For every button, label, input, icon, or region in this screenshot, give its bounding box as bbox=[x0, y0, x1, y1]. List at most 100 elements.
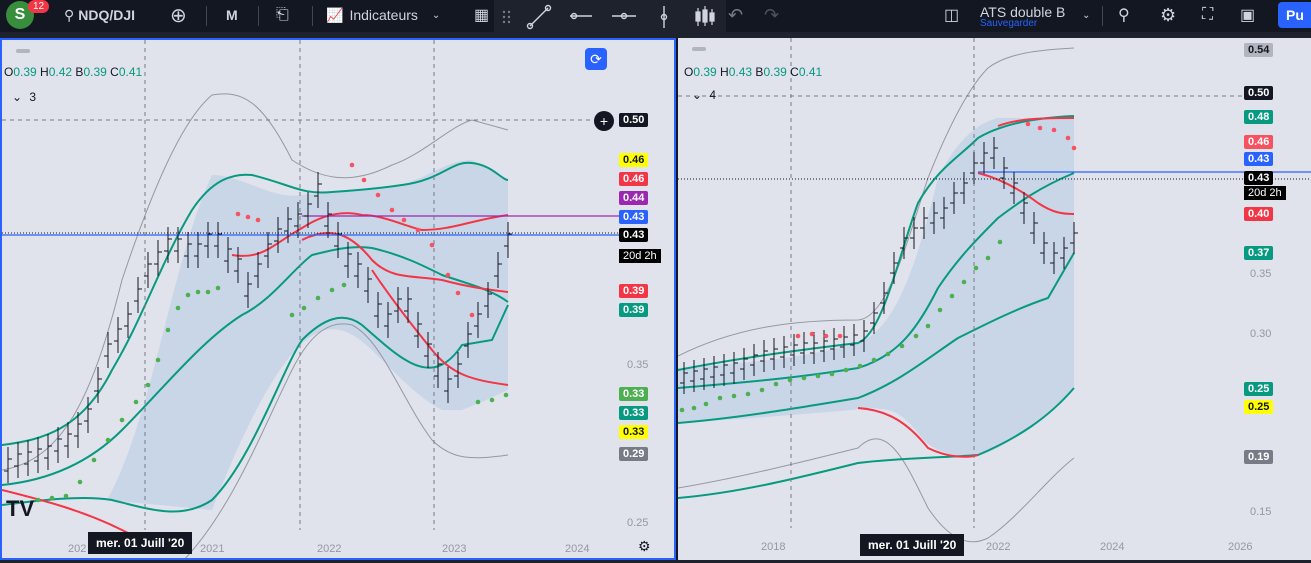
left-chart-pane[interactable]: 0.35 0.25 202 2021 2022 2023 2024 O0.39 … bbox=[0, 38, 676, 560]
sar-dot bbox=[1065, 135, 1071, 141]
price-tag: 0.25 bbox=[1244, 400, 1274, 414]
right-chart-canvas[interactable]: 0.35 0.30 0.15 2018 2022 2024 2026 bbox=[678, 38, 1311, 560]
sar-dot bbox=[205, 289, 211, 295]
sar-dot bbox=[429, 242, 435, 248]
y-tick-0.30: 0.30 bbox=[1250, 328, 1271, 340]
right-chart-pane[interactable]: 0.35 0.30 0.15 2018 2022 2024 2026 O0.39… bbox=[678, 38, 1311, 560]
sar-dot bbox=[997, 239, 1003, 245]
sync-icon[interactable]: ⟳ bbox=[585, 48, 607, 70]
sar-dot bbox=[815, 373, 821, 379]
horizontal-ray-icon[interactable] bbox=[570, 12, 592, 20]
camera-snapshot-icon[interactable]: ▣ bbox=[1240, 0, 1255, 30]
trend-line-icon[interactable] bbox=[526, 4, 552, 30]
sar-dot bbox=[49, 495, 55, 501]
sar-dot bbox=[843, 367, 849, 373]
price-tag: 0.43 bbox=[619, 228, 649, 242]
price-tag: 0.44 bbox=[619, 191, 649, 205]
sar-dot bbox=[175, 305, 181, 311]
indicators-label: Indicateurs bbox=[349, 7, 418, 23]
undo-icon[interactable]: ↶ bbox=[728, 0, 743, 30]
sar-dot bbox=[823, 333, 829, 339]
panel-toggle-icon[interactable]: ◫ bbox=[944, 0, 959, 30]
layout-name-button[interactable]: ATS double B Sauvegarder bbox=[980, 0, 1065, 32]
sar-dot bbox=[301, 305, 307, 311]
sar-dot bbox=[885, 351, 891, 357]
publish-button[interactable]: Pu bbox=[1278, 2, 1311, 28]
x-tick: 2022 bbox=[986, 541, 1010, 553]
sar-dot bbox=[475, 399, 481, 405]
sar-dot bbox=[145, 382, 151, 388]
price-tag: 0.54 bbox=[1244, 43, 1274, 57]
x-tick: 202 bbox=[68, 543, 86, 555]
price-tag: 0.19 bbox=[1244, 450, 1274, 464]
sar-dot bbox=[165, 327, 171, 333]
horizontal-line-icon[interactable] bbox=[612, 12, 636, 20]
price-tag: 0.29 bbox=[619, 447, 649, 461]
sar-dot bbox=[809, 331, 815, 337]
y-tick-0.25: 0.25 bbox=[627, 517, 648, 529]
separator bbox=[258, 6, 259, 26]
sar-dot bbox=[829, 371, 835, 377]
drawing-toolbar bbox=[494, 0, 726, 36]
pane-collapse-handle[interactable] bbox=[16, 49, 30, 53]
left-chart-canvas[interactable]: 0.35 0.25 202 2021 2022 2023 2024 bbox=[2, 40, 676, 560]
pane-collapse-handle[interactable] bbox=[692, 47, 706, 51]
bar-style-icon[interactable]: ⎗ bbox=[276, 0, 289, 30]
drag-handle-icon[interactable] bbox=[502, 10, 511, 24]
sar-dot bbox=[361, 177, 367, 183]
sar-dot bbox=[801, 375, 807, 381]
sar-dot bbox=[455, 290, 461, 296]
indicator-collapse-toggle[interactable]: ⌄ 3 bbox=[12, 90, 36, 104]
indicator-collapse-toggle[interactable]: ⌄ 4 bbox=[692, 88, 716, 102]
sar-dot bbox=[795, 333, 801, 339]
vertical-line-icon[interactable] bbox=[660, 6, 668, 28]
price-tag: 0.43 bbox=[1244, 171, 1274, 185]
sar-dot bbox=[759, 387, 765, 393]
settings-gear-icon[interactable]: ⚙ bbox=[1160, 0, 1176, 30]
sar-dot bbox=[329, 287, 335, 293]
fullscreen-icon[interactable]: ⛶ bbox=[1202, 0, 1213, 30]
add-alert-plus-icon[interactable]: + bbox=[594, 111, 614, 131]
indicators-icon: 📈 bbox=[326, 6, 344, 23]
sar-dot bbox=[837, 333, 843, 339]
tradingview-logo-icon[interactable]: TV bbox=[6, 496, 34, 522]
sar-dot bbox=[235, 211, 241, 217]
candles-icon[interactable] bbox=[695, 6, 715, 26]
sar-dot bbox=[1037, 125, 1043, 131]
sar-dot bbox=[949, 293, 955, 299]
bar-countdown: 20d 2h bbox=[1244, 186, 1286, 200]
sar-dot bbox=[401, 217, 407, 223]
sar-dot bbox=[745, 391, 751, 397]
price-tag: 0.46 bbox=[619, 153, 649, 167]
sar-dot bbox=[857, 363, 863, 369]
compare-add-icon[interactable]: ⊕ bbox=[170, 0, 187, 30]
interval-button[interactable]: M bbox=[226, 0, 238, 30]
redo-icon[interactable]: ↷ bbox=[764, 0, 779, 30]
sar-dot bbox=[119, 417, 125, 423]
sar-dot bbox=[63, 493, 69, 499]
sar-dot bbox=[245, 214, 251, 220]
price-tag: 0.50 bbox=[619, 113, 649, 127]
sar-dot bbox=[503, 392, 509, 398]
layout-grid-icon[interactable]: ▦ bbox=[474, 0, 489, 30]
chart-settings-icon[interactable]: ⚙ bbox=[638, 538, 651, 555]
crosshair-date-tag: mer. 01 Juill '20 bbox=[88, 532, 193, 554]
layout-chevron-icon[interactable]: ⌄ bbox=[1082, 0, 1090, 30]
indicators-button[interactable]: 📈 Indicateurs ⌄ bbox=[326, 0, 440, 30]
chevron-down-icon: ⌄ bbox=[431, 9, 441, 21]
x-tick: 2024 bbox=[1100, 541, 1124, 553]
sar-dot bbox=[215, 285, 221, 291]
sar-dot bbox=[445, 272, 451, 278]
ohlc-legend: O0.39 H0.42 B0.39 C0.41 bbox=[4, 65, 143, 79]
separator bbox=[1102, 6, 1103, 26]
sar-dot bbox=[1051, 127, 1057, 133]
price-tag: 0.43 bbox=[619, 210, 649, 224]
sar-dot bbox=[1071, 145, 1077, 151]
sar-dot bbox=[105, 437, 111, 443]
bar-countdown: 20d 2h bbox=[619, 249, 661, 263]
sar-dot bbox=[341, 282, 347, 288]
symbol-search[interactable]: ⚲ NDQ/DJI bbox=[64, 0, 135, 30]
sar-dot bbox=[415, 227, 421, 233]
quick-search-icon[interactable]: ⚲ bbox=[1118, 0, 1130, 30]
sar-dot bbox=[255, 217, 261, 223]
